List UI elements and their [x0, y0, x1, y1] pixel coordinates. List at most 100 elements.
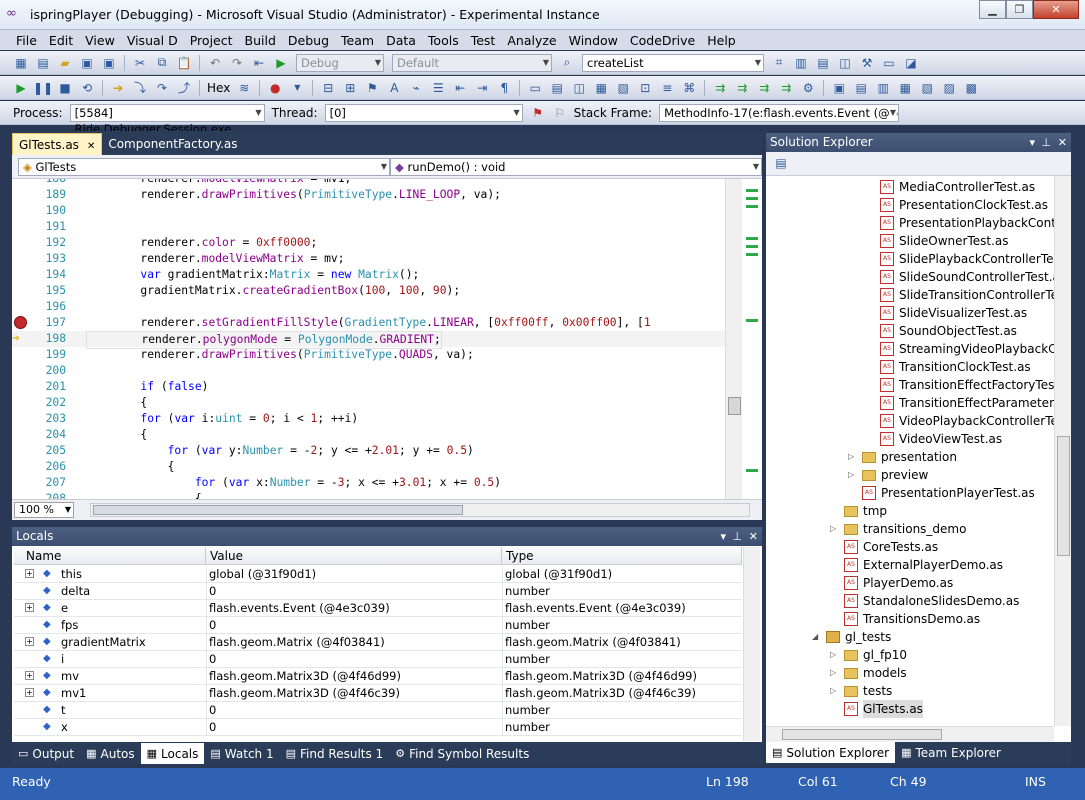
- close-icon[interactable]: ✕: [749, 527, 758, 546]
- menu-item-file[interactable]: File: [10, 33, 43, 48]
- menu-item-tools[interactable]: Tools: [422, 33, 465, 48]
- locals-row[interactable]: ◆ i 0 number: [14, 651, 742, 668]
- breakpoint-icon[interactable]: [14, 316, 27, 329]
- step-filter3-icon[interactable]: ⇉: [755, 80, 773, 96]
- new-project-icon[interactable]: ▦: [12, 55, 30, 71]
- modules-icon[interactable]: ⊡: [636, 80, 654, 96]
- local-value[interactable]: flash.geom.Matrix (@4f03841): [209, 634, 385, 651]
- tools-icon[interactable]: ⚙: [799, 80, 817, 96]
- scrollbar-thumb[interactable]: [782, 729, 942, 740]
- close-icon[interactable]: ✕: [1058, 133, 1067, 152]
- call-stack-icon[interactable]: ▤: [548, 80, 566, 96]
- menu-item-project[interactable]: Project: [184, 33, 239, 48]
- start-page-icon[interactable]: ▭: [880, 55, 898, 71]
- restart-icon[interactable]: ⟲: [78, 80, 96, 96]
- registers-icon[interactable]: ▧: [614, 80, 632, 96]
- properties-icon[interactable]: ▤: [814, 55, 832, 71]
- show-next-statement-icon[interactable]: ➔: [109, 80, 127, 96]
- object-browser-icon[interactable]: ◫: [836, 55, 854, 71]
- step-filter-icon[interactable]: ⇉: [711, 80, 729, 96]
- dropdown-icon[interactable]: ▾: [720, 527, 726, 546]
- tab-find-results-1[interactable]: ▤ Find Results 1: [280, 743, 390, 764]
- start-debugging-icon[interactable]: ▶: [272, 55, 290, 71]
- quick-info-icon[interactable]: A: [385, 80, 403, 96]
- zoom-combo[interactable]: 100 % ▼: [14, 502, 74, 518]
- menu-item-analyze[interactable]: Analyze: [501, 33, 562, 48]
- menu-item-data[interactable]: Data: [380, 33, 422, 48]
- toolbox-icon[interactable]: ⚒: [858, 55, 876, 71]
- window-layout-icon[interactable]: ▣: [830, 80, 848, 96]
- menu-item-help[interactable]: Help: [701, 33, 742, 48]
- dropdown-icon[interactable]: ▾: [1029, 133, 1035, 152]
- window-layout7-icon[interactable]: ▩: [962, 80, 980, 96]
- expand-icon[interactable]: +: [25, 671, 34, 680]
- thread-combo[interactable]: [0] ▼: [324, 103, 523, 122]
- tab-team-explorer[interactable]: ▦ Team Explorer: [895, 742, 1007, 763]
- window-layout5-icon[interactable]: ▧: [918, 80, 936, 96]
- save-icon[interactable]: ▣: [78, 55, 96, 71]
- tab-find-symbol-results[interactable]: ⚙ Find Symbol Results: [389, 743, 535, 764]
- pin-icon[interactable]: ⊥: [1041, 133, 1051, 152]
- comment-icon[interactable]: ⊟: [319, 80, 337, 96]
- local-value[interactable]: 0: [209, 617, 216, 634]
- tab-componentfactory-as[interactable]: ComponentFactory.as: [102, 133, 243, 155]
- stack-frame-combo[interactable]: MethodInfo-17(e:flash.events.Event (@4e3…: [659, 103, 900, 122]
- menu-item-team[interactable]: Team: [335, 33, 380, 48]
- expand-icon[interactable]: +: [25, 603, 34, 612]
- locals-vertical-scrollbar[interactable]: [743, 547, 760, 741]
- bookmark-icon[interactable]: ⚑: [363, 80, 381, 96]
- local-value[interactable]: flash.geom.Matrix3D (@4f46d99): [209, 668, 401, 685]
- process-combo[interactable]: [5584] Ride.Debugger.Session.exe ▼: [69, 103, 265, 136]
- local-value[interactable]: 0: [209, 702, 216, 719]
- menu-item-visual-d[interactable]: Visual D: [121, 33, 184, 48]
- expand-arrow-icon[interactable]: ▷: [830, 682, 842, 700]
- menu-item-window[interactable]: Window: [563, 33, 624, 48]
- code-text-area[interactable]: 188 renderer.modelViewMatrix = mv1;189 r…: [12, 179, 725, 499]
- uncomment-icon[interactable]: ⊞: [341, 80, 359, 96]
- disassembly-icon[interactable]: ⌘: [680, 80, 698, 96]
- step-out-icon[interactable]: ⤴: [175, 80, 193, 96]
- tab-solution-explorer[interactable]: ▤ Solution Explorer: [766, 742, 896, 763]
- show-threads-icon[interactable]: ≋: [235, 80, 253, 96]
- scrollbar-thumb[interactable]: [1057, 436, 1070, 556]
- tree-vertical-scrollbar[interactable]: [1054, 176, 1071, 726]
- list-members-icon[interactable]: ☰: [429, 80, 447, 96]
- close-tab-icon[interactable]: ✕: [87, 141, 95, 152]
- expand-icon[interactable]: +: [25, 569, 34, 578]
- window-layout3-icon[interactable]: ▥: [874, 80, 892, 96]
- local-value[interactable]: 0: [209, 651, 216, 668]
- paste-icon[interactable]: 📋: [175, 55, 193, 71]
- minimize-button[interactable]: ▁: [979, 0, 1006, 19]
- column-header-type[interactable]: Type: [502, 547, 742, 565]
- step-filter2-icon[interactable]: ⇉: [733, 80, 751, 96]
- find-combo[interactable]: createList ▼: [582, 53, 764, 72]
- local-value[interactable]: 0: [209, 719, 216, 736]
- solution-config-combo[interactable]: Debug ▼: [296, 53, 384, 72]
- expand-icon[interactable]: +: [25, 637, 34, 646]
- flag-icon[interactable]: ⚑: [529, 105, 547, 121]
- type-dropdown[interactable]: ◈ GlTests ▼: [18, 158, 390, 176]
- tab-locals[interactable]: ▦ Locals: [140, 743, 205, 764]
- breakpoints-icon[interactable]: ●: [266, 80, 284, 96]
- collapse-arrow-icon[interactable]: ◢: [812, 628, 824, 646]
- expand-icon[interactable]: +: [25, 688, 34, 697]
- solution-platform-combo[interactable]: Default ▼: [392, 53, 552, 72]
- locals-row[interactable]: + ◆ e flash.events.Event (@4e3c039) flash.ev…: [14, 600, 742, 617]
- parameter-info-icon[interactable]: ⌁: [407, 80, 425, 96]
- menu-item-view[interactable]: View: [79, 33, 121, 48]
- locals-row[interactable]: ◆ delta 0 number: [14, 583, 742, 600]
- editor-horizontal-scrollbar[interactable]: [90, 503, 750, 517]
- window-layout2-icon[interactable]: ▤: [852, 80, 870, 96]
- local-value[interactable]: global (@31f90d1): [209, 566, 316, 583]
- expand-arrow-icon[interactable]: ▷: [848, 448, 860, 466]
- expand-arrow-icon[interactable]: ▷: [830, 520, 842, 538]
- step-into-icon[interactable]: ⤵: [131, 80, 149, 96]
- open-file-icon[interactable]: ▰: [56, 55, 74, 71]
- expand-arrow-icon[interactable]: ▷: [830, 646, 842, 664]
- locals-row[interactable]: + ◆ gradientMatrix flash.geom.Matrix (@4f03…: [14, 634, 742, 651]
- copy-icon[interactable]: ⧉: [153, 55, 171, 71]
- locals-row[interactable]: ◆ x 0 number: [14, 719, 742, 736]
- editor-vertical-scrollbar[interactable]: [725, 179, 742, 499]
- tab-watch-1[interactable]: ▤ Watch 1: [204, 743, 279, 764]
- locals-row[interactable]: + ◆ this global (@31f90d1) global (@31f90d1): [14, 566, 742, 583]
